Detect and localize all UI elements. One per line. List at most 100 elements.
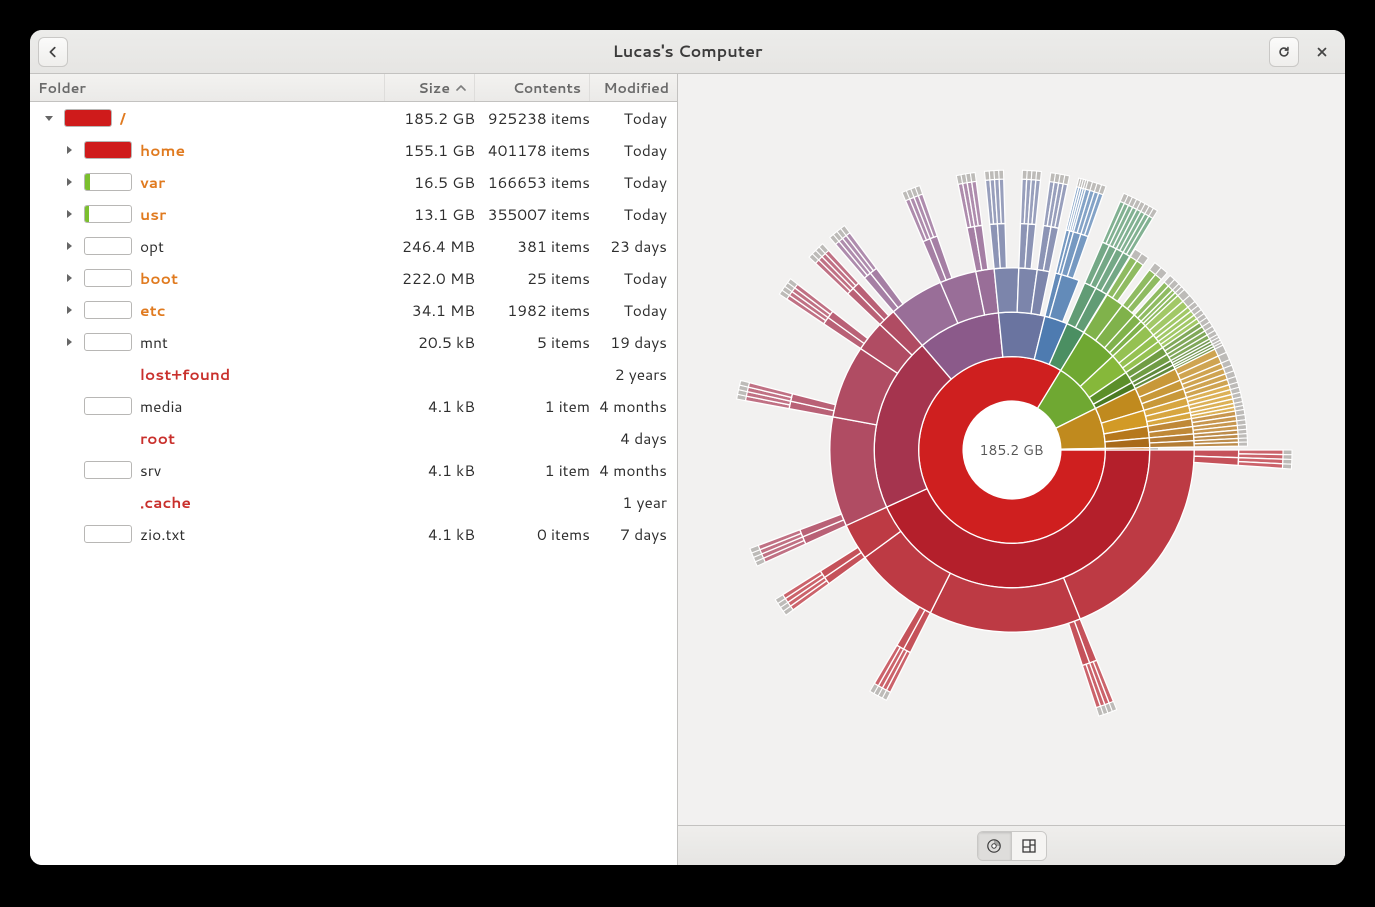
tree-row[interactable]: .cache1 year: [30, 486, 677, 518]
size-cell: 246.4 MB: [385, 235, 475, 257]
tree-row[interactable]: usr13.1 GB355007 itemsToday: [30, 198, 677, 230]
folder-name: media: [140, 395, 183, 417]
tree-row[interactable]: boot222.0 MB25 itemsToday: [30, 262, 677, 294]
sunburst-slice[interactable]: [1060, 448, 1104, 450]
size-cell: 16.5 GB: [385, 171, 475, 193]
chevron-right-icon[interactable]: [62, 337, 76, 347]
tree-row[interactable]: root 4 days: [30, 422, 677, 454]
size-cell: 34.1 MB: [385, 299, 475, 321]
modified-cell: 4 days: [590, 427, 667, 449]
tree-row[interactable]: var 16.5 GB166653 itemsToday: [30, 166, 677, 198]
chevron-left-icon: [46, 45, 60, 59]
size-bar: [84, 269, 132, 287]
sunburst-slice[interactable]: [1194, 442, 1239, 447]
folder-name: etc: [140, 299, 166, 321]
folder-name: .cache: [140, 491, 191, 513]
contents-cell: 0 items: [475, 523, 590, 545]
chevron-right-icon[interactable]: [62, 305, 76, 315]
chevron-right-icon[interactable]: [62, 177, 76, 187]
size-bar: [84, 141, 132, 159]
contents-cell: 166653 items: [475, 171, 590, 193]
size-cell: 222.0 MB: [385, 267, 475, 289]
chevron-right-icon[interactable]: [62, 209, 76, 219]
sunburst-edge: [1035, 171, 1041, 180]
modified-cell: Today: [590, 171, 667, 193]
size-cell: 4.1 kB: [385, 459, 475, 481]
chevron-right-icon[interactable]: [62, 273, 76, 283]
view-mode-rings-button[interactable]: [978, 832, 1012, 860]
modified-cell: 19 days: [590, 331, 667, 353]
size-cell: 155.1 GB: [385, 139, 475, 161]
close-button[interactable]: [1307, 37, 1337, 67]
close-icon: [1315, 45, 1329, 59]
folder-name: boot: [140, 267, 178, 289]
contents-cell: 381 items: [475, 235, 590, 257]
sunburst-edge: [998, 170, 1003, 179]
folder-name: usr: [140, 203, 166, 225]
folder-tree-pane: Folder Size Contents Modified /185.2 GB9…: [30, 74, 678, 865]
tree-row[interactable]: /185.2 GB925238 itemsToday: [30, 102, 677, 134]
tree-body[interactable]: /185.2 GB925238 itemsTodayhome155.1 GB40…: [30, 102, 677, 865]
modified-cell: Today: [590, 299, 667, 321]
sunburst-center[interactable]: [963, 401, 1061, 499]
tree-row[interactable]: media4.1 kB1 item4 months: [30, 390, 677, 422]
folder-name: opt: [140, 235, 164, 257]
tree-row[interactable]: etc 34.1 MB1982 itemsToday: [30, 294, 677, 326]
modified-cell: 23 days: [590, 235, 667, 257]
chevron-down-icon[interactable]: [42, 113, 56, 123]
size-bar: [84, 301, 132, 319]
size-bar: [84, 173, 132, 191]
app-window: Lucas's Computer Folder Size Contents Mo…: [30, 30, 1345, 865]
tree-row[interactable]: zio.txt 4.1 kB0 items7 days: [30, 518, 677, 550]
folder-name: var: [140, 171, 165, 193]
refresh-button[interactable]: [1269, 37, 1299, 67]
tree-header: Folder Size Contents Modified: [30, 74, 677, 102]
sunburst-slice[interactable]: [1193, 456, 1238, 465]
tree-row[interactable]: mnt20.5 kB5 items19 days: [30, 326, 677, 358]
modified-cell: Today: [590, 107, 667, 129]
sort-asc-icon: [456, 78, 466, 98]
tree-row[interactable]: opt 246.4 MB381 items23 days: [30, 230, 677, 262]
tree-row[interactable]: srv4.1 kB1 item4 months: [30, 454, 677, 486]
size-cell: 185.2 GB: [385, 107, 475, 129]
column-header-modified[interactable]: Modified: [590, 74, 677, 101]
size-cell: 4.1 kB: [385, 395, 475, 417]
sunburst-slice[interactable]: [1105, 447, 1149, 449]
view-mode-toggle: [977, 831, 1047, 861]
column-header-folder[interactable]: Folder: [30, 74, 385, 101]
contents-cell: 5 items: [475, 331, 590, 353]
tree-row[interactable]: lost+found2 years: [30, 358, 677, 390]
size-bar: [84, 333, 132, 351]
modified-cell: 7 days: [590, 523, 667, 545]
window-title: Lucas's Computer: [30, 40, 1345, 63]
contents-cell: 355007 items: [475, 203, 590, 225]
refresh-icon: [1277, 45, 1291, 59]
size-bar: [84, 237, 132, 255]
sunburst-chart[interactable]: 185.2 GB: [678, 74, 1345, 825]
column-header-size[interactable]: Size: [385, 74, 475, 101]
size-cell: 4.1 kB: [385, 523, 475, 545]
folder-name: lost+found: [140, 363, 230, 385]
folder-name: root: [140, 427, 175, 449]
view-mode-treemap-button[interactable]: [1012, 832, 1046, 860]
sunburst-edge: [970, 172, 976, 181]
modified-cell: Today: [590, 139, 667, 161]
sunburst-edge: [1063, 175, 1069, 185]
chart-pane: 185.2 GB: [678, 74, 1345, 865]
folder-name: /: [120, 107, 126, 129]
contents-cell: 1 item: [475, 395, 590, 417]
chevron-right-icon[interactable]: [62, 145, 76, 155]
column-header-size-label: Size: [418, 78, 450, 98]
size-bar: [84, 525, 132, 543]
chevron-right-icon[interactable]: [62, 241, 76, 251]
sunburst-slice[interactable]: [994, 267, 1019, 312]
sunburst-edge: [1149, 447, 1158, 449]
treemap-icon: [1021, 838, 1037, 854]
modified-cell: Today: [590, 203, 667, 225]
column-header-contents[interactable]: Contents: [475, 74, 590, 101]
contents-cell: 1982 items: [475, 299, 590, 321]
folder-name: mnt: [140, 331, 168, 353]
tree-row[interactable]: home155.1 GB401178 itemsToday: [30, 134, 677, 166]
folder-name: zio.txt: [140, 523, 185, 545]
back-button[interactable]: [38, 37, 68, 67]
